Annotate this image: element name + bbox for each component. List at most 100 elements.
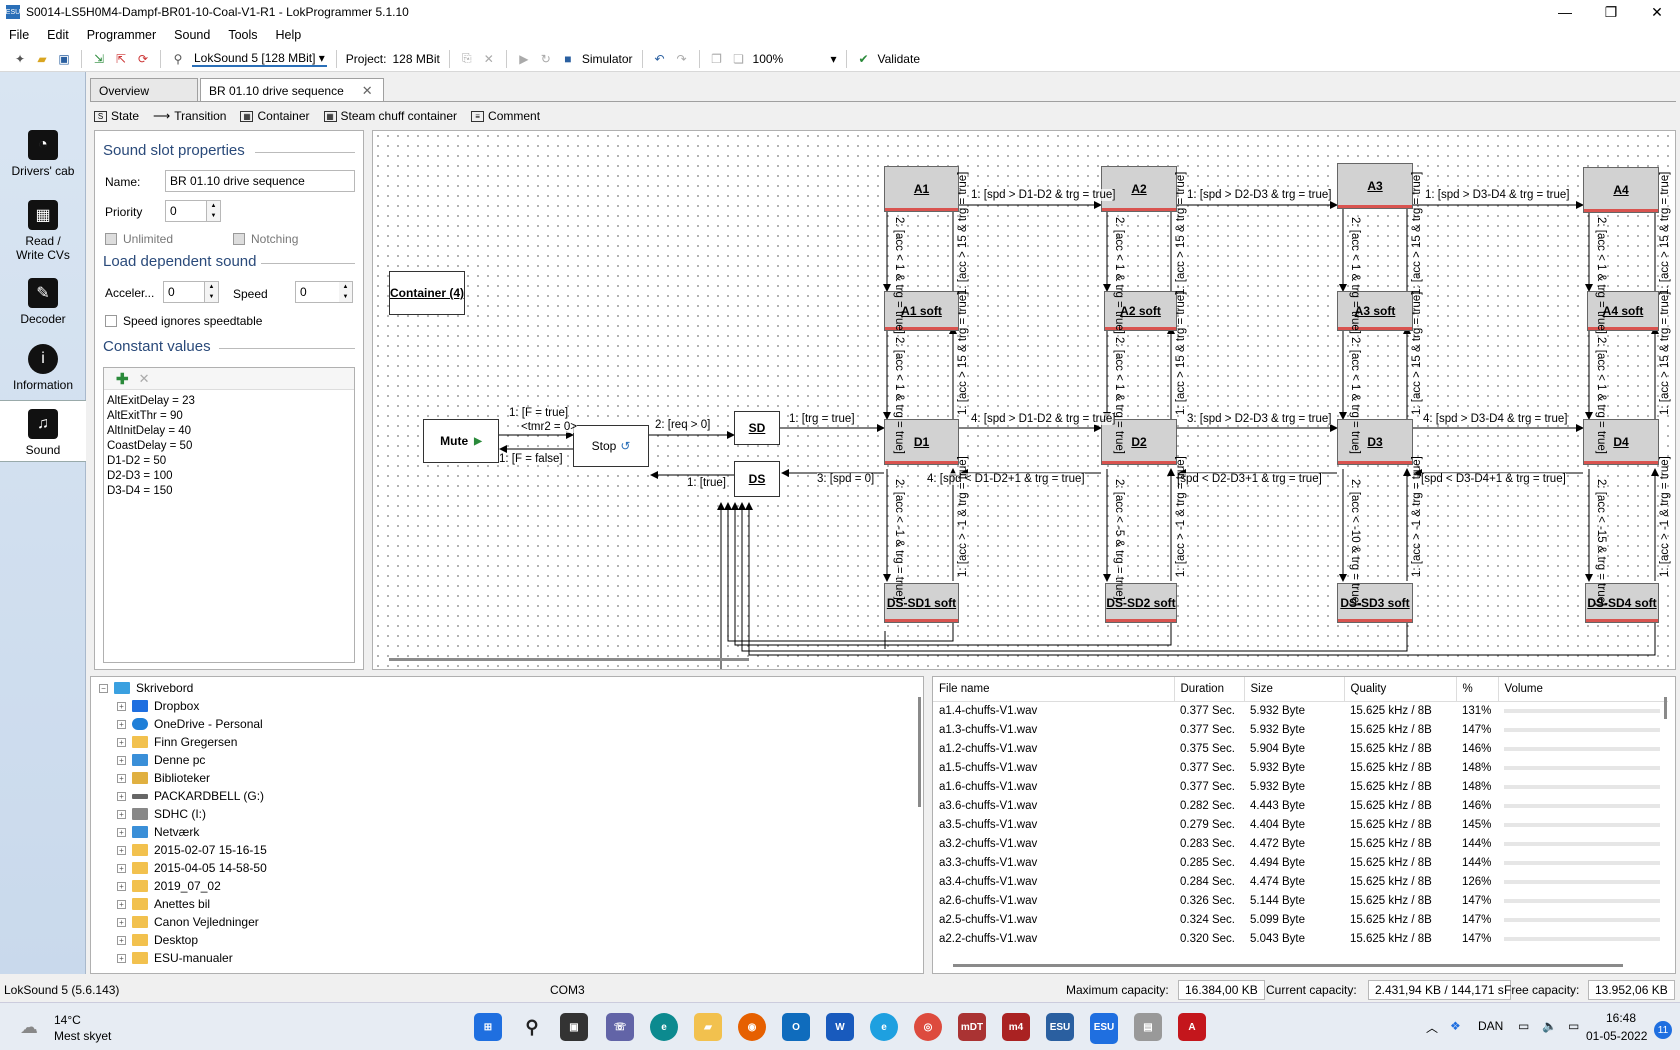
firefox-icon[interactable]: ◉ — [738, 1013, 766, 1041]
expand-icon[interactable]: + — [117, 899, 126, 909]
volume-bar[interactable] — [1504, 936, 1660, 941]
chevron-up-icon[interactable]: ︿ — [1426, 1019, 1438, 1036]
tree-item[interactable]: + PACKARDBELL (G:) — [117, 789, 264, 803]
expand-icon[interactable]: + — [117, 845, 126, 855]
maximize-button[interactable]: ❐ — [1588, 0, 1634, 24]
weather-icon[interactable]: ☁ — [20, 1017, 38, 1038]
tree-item[interactable]: + ESU-manualer — [117, 951, 233, 965]
state-tool[interactable]: S State — [94, 109, 139, 123]
expand-icon[interactable]: + — [117, 755, 126, 765]
mute-node[interactable]: Mute ▶ — [423, 419, 499, 463]
file-row[interactable]: a3.6-chuffs-V1.wav 0.282 Sec. 4.443 Byte 15… — [933, 796, 1668, 815]
file-explorer-icon[interactable]: ▰ — [694, 1013, 722, 1041]
loop-icon[interactable]: ↻ — [538, 51, 554, 67]
tree-item[interactable]: + OneDrive - Personal — [117, 717, 263, 731]
copy-icon[interactable]: ⎘ — [459, 51, 475, 67]
a1-node[interactable]: A1 — [884, 166, 959, 212]
app-icon[interactable]: ▤ — [1134, 1013, 1162, 1041]
acceleration-input[interactable]: 0 — [163, 281, 205, 303]
column-quality[interactable]: Quality — [1344, 677, 1457, 702]
nav-information[interactable]: i Information — [0, 344, 86, 392]
notification-badge[interactable]: 11 — [1654, 1021, 1672, 1039]
menu-help[interactable]: Help — [267, 28, 311, 42]
expand-icon[interactable]: + — [117, 881, 126, 891]
tree-item[interactable]: +2015-02-07 15-16-15 — [117, 843, 267, 857]
volume-cell[interactable] — [1498, 853, 1668, 872]
constant-item[interactable]: CoastDelay = 50 — [104, 439, 354, 454]
comment-tool[interactable]: ≡ Comment — [471, 109, 540, 123]
tree-item[interactable]: + SDHC (I:) — [117, 807, 206, 821]
expand-icon[interactable]: + — [117, 719, 126, 729]
file-row[interactable]: a1.4-chuffs-V1.wav 0.377 Sec. 5.932 Byte 15… — [933, 701, 1668, 720]
volume-cell[interactable] — [1498, 701, 1668, 720]
unlimited-checkbox[interactable] — [105, 233, 117, 245]
sd-node[interactable]: SD — [734, 411, 780, 445]
minimize-button[interactable]: — — [1542, 0, 1588, 24]
volume-bar[interactable] — [1504, 879, 1660, 884]
expand-icon[interactable]: + — [117, 863, 126, 873]
add-constant-icon[interactable]: ✚ — [116, 370, 129, 388]
volume-bar[interactable] — [1504, 727, 1660, 732]
battery-icon[interactable]: ▭ — [1568, 1019, 1579, 1033]
clock-time[interactable]: 16:48 — [1606, 1011, 1636, 1025]
tree-item[interactable]: +2019_07_02 — [117, 879, 221, 893]
m4-icon[interactable]: m4 — [1002, 1013, 1030, 1041]
group-icon[interactable]: ❐ — [709, 51, 725, 67]
expand-icon[interactable]: + — [117, 953, 126, 963]
play-icon[interactable]: ▶ — [516, 51, 532, 67]
priority-stepper[interactable]: ▲ ▼ — [207, 200, 221, 222]
open-folder-icon[interactable]: ▰ — [34, 51, 50, 67]
tree-item[interactable]: + Finn Gregersen — [117, 735, 237, 749]
name-input[interactable]: BR 01.10 drive sequence — [165, 170, 355, 192]
stop-node[interactable]: Stop ↺ — [573, 425, 649, 467]
speed-stepper[interactable]: ▲ ▼ — [339, 281, 353, 303]
expand-icon[interactable]: + — [117, 809, 126, 819]
expand-icon[interactable]: + — [117, 773, 126, 783]
file-row[interactable]: a3.3-chuffs-V1.wav 0.285 Sec. 4.494 Byte 15… — [933, 853, 1668, 872]
priority-input[interactable]: 0 — [165, 200, 207, 222]
nav-read-write-cvs[interactable]: ▦ Read / Write CVs — [0, 200, 86, 262]
volume-cell[interactable] — [1498, 815, 1668, 834]
tree-vertical-scrollbar[interactable] — [918, 697, 921, 807]
column-size[interactable]: Size — [1244, 677, 1345, 702]
notching-checkbox[interactable] — [233, 233, 245, 245]
volume-cell[interactable] — [1498, 834, 1668, 853]
constant-item[interactable]: AltInitDelay = 40 — [104, 424, 354, 439]
constant-item[interactable]: D3-D4 = 150 — [104, 484, 354, 499]
expand-icon[interactable]: + — [117, 701, 126, 711]
file-row[interactable]: a1.5-chuffs-V1.wav 0.377 Sec. 5.932 Byte 15… — [933, 758, 1668, 777]
column-volume[interactable]: Volume — [1498, 677, 1668, 702]
validate-button[interactable]: Validate — [878, 52, 920, 66]
tree-item[interactable]: + Dropbox — [117, 699, 199, 713]
expand-icon[interactable]: + — [117, 935, 126, 945]
tree-item[interactable]: + Desktop — [117, 933, 198, 947]
volume-bar[interactable] — [1504, 860, 1660, 865]
volume-cell[interactable] — [1498, 720, 1668, 739]
container-tool[interactable]: ▦ Container — [240, 109, 310, 123]
volume-bar[interactable] — [1504, 708, 1660, 713]
menu-file[interactable]: File — [0, 28, 38, 42]
acrobat-icon[interactable]: A — [1178, 1013, 1206, 1041]
transition-tool[interactable]: ⟶ Transition — [153, 109, 226, 123]
tree-item[interactable]: + Canon Vejledninger — [117, 915, 259, 929]
ungroup-icon[interactable]: ❏ — [731, 51, 747, 67]
simulator-button[interactable]: Simulator — [582, 52, 633, 66]
volume-cell[interactable] — [1498, 910, 1668, 929]
expand-icon[interactable]: + — [117, 791, 126, 801]
volume-bar[interactable] — [1504, 841, 1660, 846]
edge-icon[interactable]: e — [650, 1013, 678, 1041]
stop-icon[interactable]: ■ — [560, 51, 576, 67]
acceleration-stepper[interactable]: ▲ ▼ — [205, 281, 219, 303]
volume-bar[interactable] — [1504, 803, 1660, 808]
file-row[interactable]: a3.5-chuffs-V1.wav 0.279 Sec. 4.404 Byte 15… — [933, 815, 1668, 834]
tree-item[interactable]: + Biblioteker — [117, 771, 210, 785]
volume-bar[interactable] — [1504, 822, 1660, 827]
language-indicator[interactable]: DAN — [1478, 1019, 1503, 1033]
start-icon[interactable]: ⊞ — [474, 1013, 502, 1041]
canvas-horizontal-scrollbar[interactable] — [389, 658, 749, 661]
column-duration[interactable]: Duration — [1174, 677, 1245, 702]
volume-cell[interactable] — [1498, 758, 1668, 777]
constant-item[interactable]: D1-D2 = 50 — [104, 454, 354, 469]
tab-overview[interactable]: Overview — [90, 78, 198, 102]
volume-bar[interactable] — [1504, 898, 1660, 903]
